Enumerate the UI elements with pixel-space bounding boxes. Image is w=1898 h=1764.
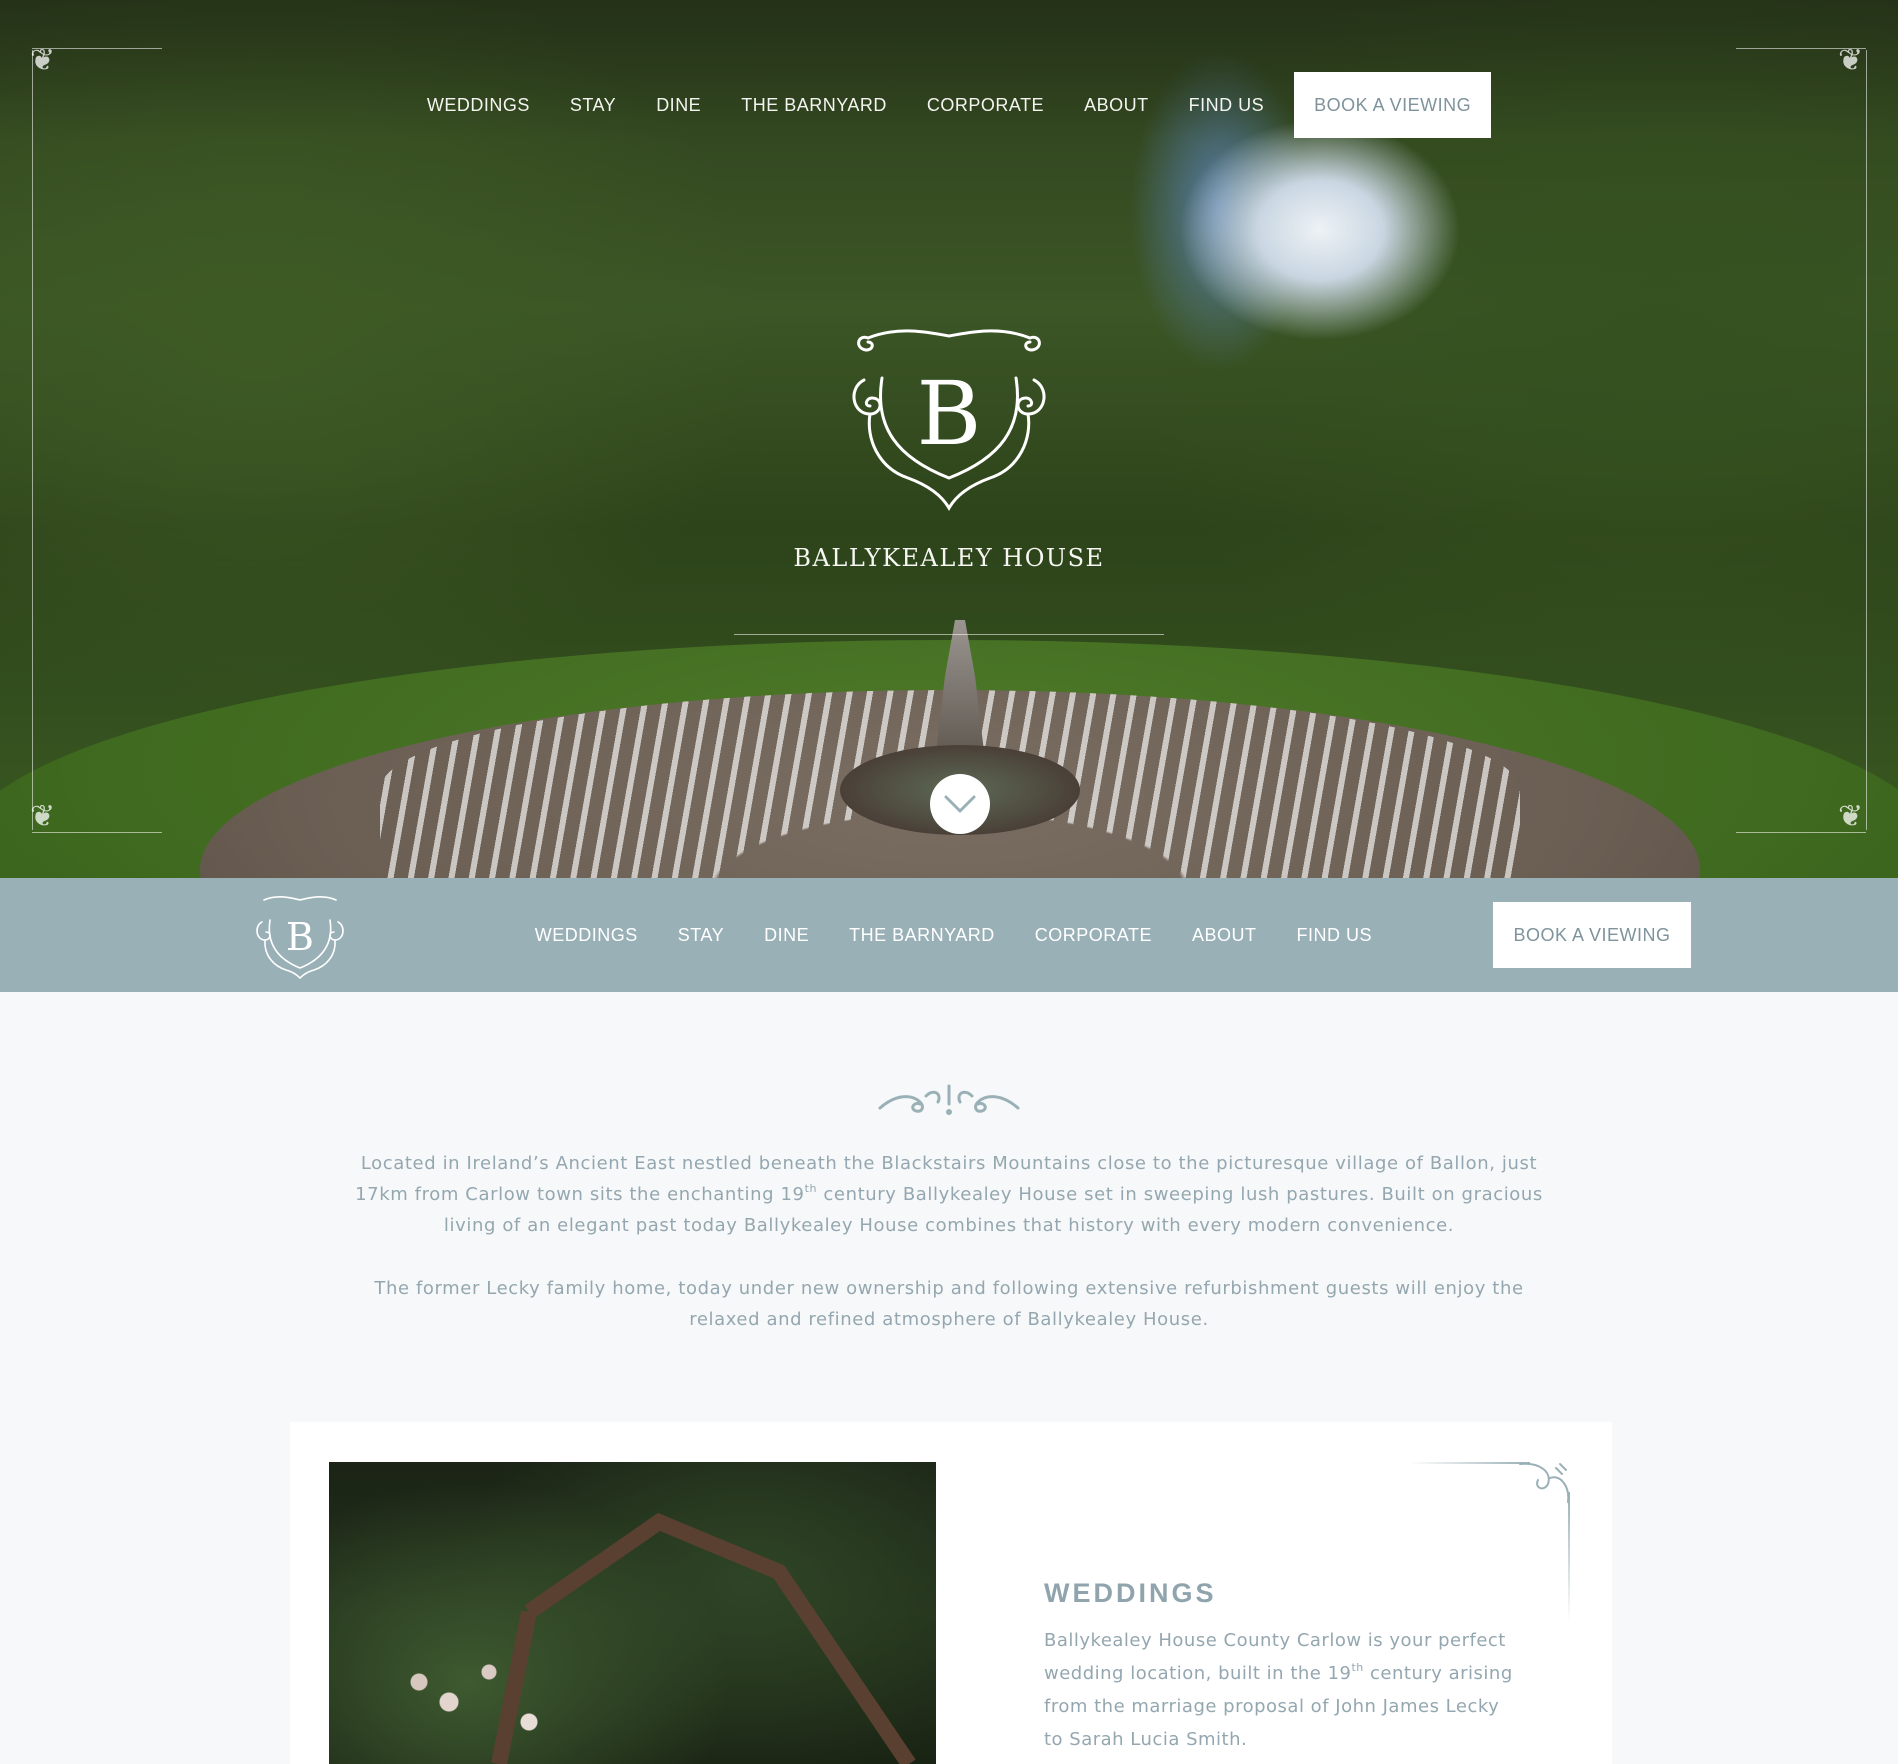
corner-flourish-icon: ❦: [30, 799, 56, 834]
hero-nav-corporate[interactable]: CORPORATE: [927, 95, 1044, 116]
hero-nav-about[interactable]: ABOUT: [1084, 95, 1149, 116]
corner-flourish-icon: ❦: [1838, 799, 1864, 834]
weddings-text-superscript: th: [1351, 1661, 1364, 1674]
nav-dine[interactable]: DINE: [764, 925, 809, 946]
flourish-divider-icon: [878, 1084, 1020, 1115]
chevron-down-icon: [944, 795, 976, 813]
book-viewing-button[interactable]: BOOK A VIEWING: [1294, 72, 1492, 138]
header-nav: WEDDINGS STAY DINE THE BARNYARD CORPORAT…: [515, 878, 1392, 992]
nav-find-us[interactable]: FIND US: [1297, 925, 1373, 946]
weddings-description: Ballykealey House County Carlow is your …: [1044, 1624, 1514, 1756]
weddings-title: WEDDINGS: [1044, 1578, 1217, 1608]
hero-nav-stay[interactable]: STAY: [570, 95, 616, 116]
hero-nav-barnyard[interactable]: THE BARNYARD: [741, 95, 887, 116]
sticky-header: B WEDDINGS STAY DINE THE BARNYARD CORPOR…: [0, 878, 1898, 992]
nav-barnyard[interactable]: THE BARNYARD: [849, 925, 995, 946]
header-crest-letter: B: [286, 915, 314, 959]
header-crest-logo[interactable]: B: [250, 892, 350, 980]
crest-logo[interactable]: B: [838, 318, 1060, 514]
intro-paragraph-2: The former Lecky family home, today unde…: [374, 1278, 1524, 1330]
hero-nav-weddings[interactable]: WEDDINGS: [427, 95, 530, 116]
intro-text: Located in Ireland’s Ancient East nestle…: [340, 1148, 1558, 1367]
crest-letter: B: [917, 362, 982, 465]
nav-about[interactable]: ABOUT: [1192, 925, 1257, 946]
weddings-photo: [329, 1462, 936, 1764]
brand-name: BALLYKEALEY HOUSE: [793, 544, 1105, 572]
nav-corporate[interactable]: CORPORATE: [1035, 925, 1152, 946]
hero-nav-find-us[interactable]: FIND US: [1189, 95, 1265, 116]
scroll-down-button[interactable]: [930, 774, 990, 834]
hero-nav-dine[interactable]: DINE: [656, 95, 701, 116]
intro-p1-superscript: th: [804, 1182, 818, 1195]
card-corner-flourish-icon: [1410, 1462, 1570, 1622]
frame-line-right: [1866, 50, 1867, 830]
brand-divider: [734, 634, 1164, 635]
hero-nav: WEDDINGS STAY DINE THE BARNYARD CORPORAT…: [0, 72, 1898, 138]
intro-paragraph-1: Located in Ireland’s Ancient East nestle…: [340, 1148, 1558, 1241]
frame-line-left: [32, 50, 33, 830]
hero-banner: ❦ ❦ ❦ ❦ WEDDINGS STAY DINE THE BARNYARD …: [0, 0, 1898, 878]
nav-stay[interactable]: STAY: [678, 925, 724, 946]
wedding-arch-graphic: [491, 1512, 916, 1764]
nav-weddings[interactable]: WEDDINGS: [535, 925, 638, 946]
header-book-viewing-button[interactable]: BOOK A VIEWING: [1493, 902, 1691, 968]
